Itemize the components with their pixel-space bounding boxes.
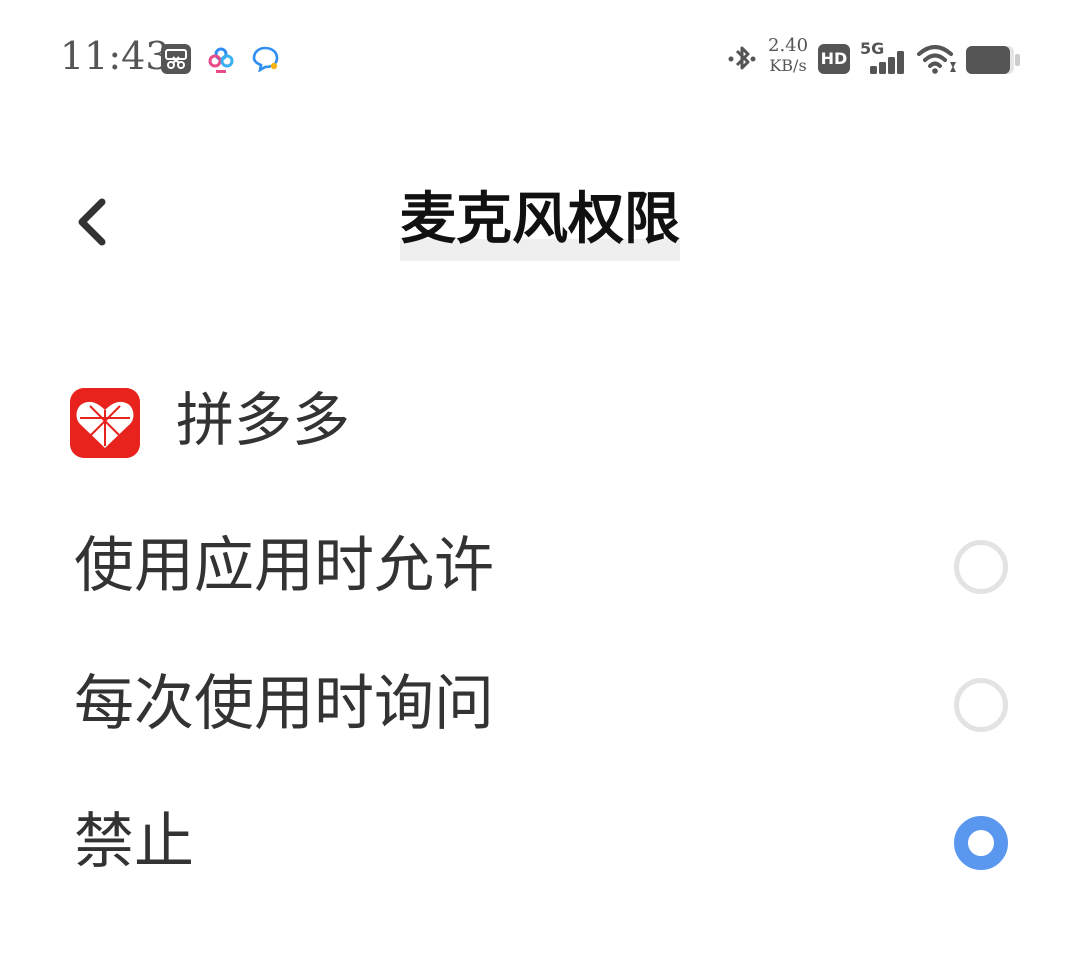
- option-label: 每次使用时询问: [74, 669, 494, 739]
- back-button[interactable]: [62, 190, 122, 254]
- chevron-left-icon: [78, 198, 106, 246]
- hd-label: HD: [820, 49, 848, 68]
- status-bar: 11:43 2.40 KB/s HD 5G: [0, 0, 1080, 120]
- radio-ask-every-time[interactable]: [954, 678, 1008, 732]
- option-label: 使用应用时允许: [74, 531, 494, 601]
- option-label: 禁止: [74, 807, 194, 877]
- page-title: 麦克风权限: [400, 183, 680, 261]
- bluetooth-icon: [728, 46, 756, 70]
- pinduoduo-app-icon: [70, 388, 140, 458]
- chat-bubble-app-icon: [252, 46, 279, 72]
- status-time: 11:43: [60, 34, 170, 78]
- radio-allow-while-using[interactable]: [954, 540, 1008, 594]
- option-allow-while-using[interactable]: 使用应用时允许: [0, 498, 1080, 636]
- network-speed-unit: KB/s: [769, 56, 807, 75]
- battery-icon: [966, 46, 1020, 74]
- network-speed-value: 2.40: [768, 35, 809, 56]
- network-speed: 2.40 KB/s: [768, 36, 808, 76]
- option-ask-every-time[interactable]: 每次使用时询问: [0, 636, 1080, 774]
- cell-signal-icon: 5G: [858, 40, 906, 76]
- wifi-icon: [917, 45, 956, 74]
- app-name: 拼多多: [176, 386, 351, 454]
- scissors-app-icon: [161, 44, 191, 74]
- clover-app-icon: [208, 47, 234, 73]
- radio-deny[interactable]: [954, 816, 1008, 870]
- option-deny[interactable]: 禁止: [0, 774, 1080, 912]
- hd-icon: HD: [818, 44, 850, 74]
